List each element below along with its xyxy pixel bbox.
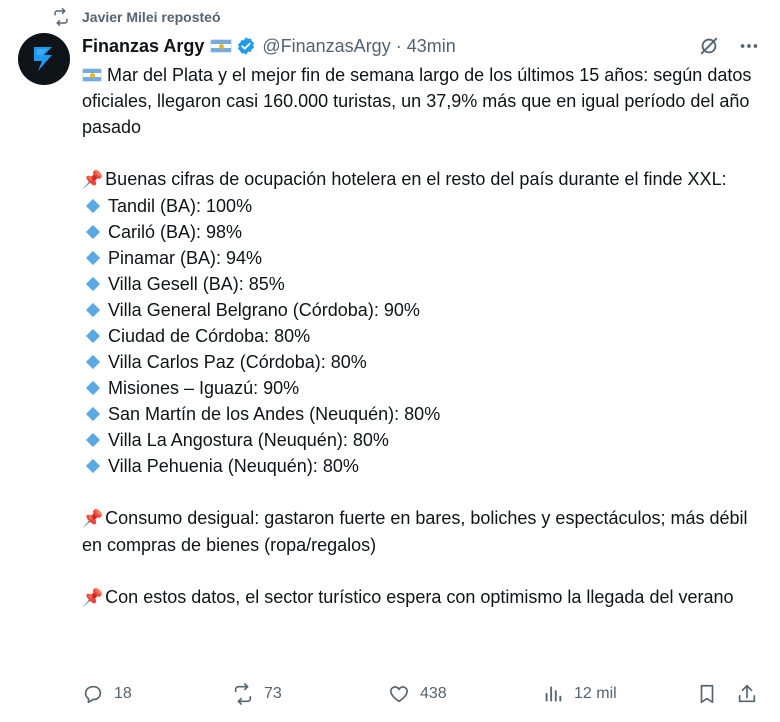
blue-diamond-icon: [85, 250, 101, 266]
share-button[interactable]: [736, 683, 758, 705]
repost-icon: [54, 8, 68, 26]
repost-label: Javier Milei reposteó: [82, 9, 221, 25]
blue-diamond-icon: [85, 458, 101, 474]
reply-button[interactable]: 18: [82, 683, 132, 705]
blue-diamond-icon: [85, 432, 101, 448]
ocupacion-title: Buenas cifras de ocupación hotelera en e…: [105, 169, 727, 189]
paragraph-ocupacion: 📌 Buenas cifras de ocupación hotelera en …: [82, 166, 772, 479]
tweet-text: Mar del Plata y el mejor fin de semana l…: [82, 62, 772, 637]
list-item: Misiones – Iguazú: 90%: [82, 375, 772, 401]
views-count: 12 mil: [574, 685, 617, 702]
blue-diamond-icon: [85, 406, 101, 422]
author-name[interactable]: Finanzas Argy: [82, 36, 204, 57]
pushpin-icon: 📌: [82, 170, 104, 189]
tweet-time[interactable]: 43min: [407, 36, 456, 57]
argentina-flag-icon: [82, 68, 102, 82]
heart-icon: [389, 686, 409, 703]
paragraph-intro: Mar del Plata y el mejor fin de semana l…: [82, 62, 772, 140]
intro-text: Mar del Plata y el mejor fin de semana l…: [82, 65, 752, 137]
grok-icon[interactable]: [698, 35, 720, 57]
list-item: Villa La Angostura (Neuquén): 80%: [82, 427, 772, 453]
blue-diamond-icon: [85, 198, 101, 214]
paragraph-cierre: 📌 Con estos datos, el sector turístico es…: [82, 584, 772, 611]
list-item: Villa Carlos Paz (Córdoba): 80%: [82, 349, 772, 375]
tweet-header: Finanzas Argy @FinanzasArgy · 43min: [82, 35, 760, 57]
repost-button[interactable]: 73: [232, 683, 282, 705]
blue-diamond-icon: [85, 328, 101, 344]
blue-diamond-icon: [85, 276, 101, 292]
list-item: Tandil (BA): 100%: [82, 193, 772, 219]
finanzas-argy-logo-icon: [34, 47, 52, 71]
paragraph-consumo: 📌 Consumo desigual: gastaron fuerte en ba…: [82, 505, 772, 558]
author-handle[interactable]: @FinanzasArgy: [262, 36, 390, 57]
share-icon: [738, 684, 756, 703]
avatar[interactable]: [18, 33, 70, 85]
repost-icon: [234, 683, 252, 705]
pushpin-icon: 📌: [82, 588, 104, 607]
views-icon: [545, 686, 562, 702]
list-item: Cariló (BA): 98%: [82, 219, 772, 245]
more-icon[interactable]: [738, 35, 760, 57]
list-item: San Martín de los Andes (Neuquén): 80%: [82, 401, 772, 427]
blue-diamond-icon: [85, 302, 101, 318]
consumo-text: Consumo desigual: gastaron fuerte en bar…: [82, 508, 748, 555]
like-button[interactable]: 438: [388, 683, 447, 705]
repost-indicator[interactable]: Javier Milei reposteó: [52, 7, 221, 27]
blue-diamond-icon: [85, 380, 101, 396]
argentina-flag-icon: [210, 39, 233, 53]
cierre-text: Con estos datos, el sector turístico esp…: [105, 587, 734, 607]
tweet-actions: 18 73 438 12 mil: [82, 682, 760, 706]
views-button[interactable]: 12 mil: [542, 683, 617, 705]
blue-diamond-icon: [85, 354, 101, 370]
list-item: Ciudad de Córdoba: 80%: [82, 323, 772, 349]
reply-icon: [84, 685, 102, 704]
bookmark-button[interactable]: [696, 683, 718, 705]
bookmark-icon: [700, 684, 714, 704]
verified-badge-icon[interactable]: [236, 36, 256, 56]
list-item: Pinamar (BA): 94%: [82, 245, 772, 271]
pushpin-icon: 📌: [82, 509, 104, 528]
repost-count: 73: [264, 685, 282, 702]
list-item: Villa Gesell (BA): 85%: [82, 271, 772, 297]
reply-count: 18: [114, 685, 132, 702]
separator-dot: ·: [395, 35, 402, 56]
list-item: Villa General Belgrano (Córdoba): 90%: [82, 297, 772, 323]
ocupacion-list: Tandil (BA): 100% Cariló (BA): 98% Pinam…: [82, 193, 772, 479]
like-count: 438: [420, 685, 447, 702]
list-item: Villa Pehuenia (Neuquén): 80%: [82, 453, 772, 479]
blue-diamond-icon: [85, 224, 101, 240]
